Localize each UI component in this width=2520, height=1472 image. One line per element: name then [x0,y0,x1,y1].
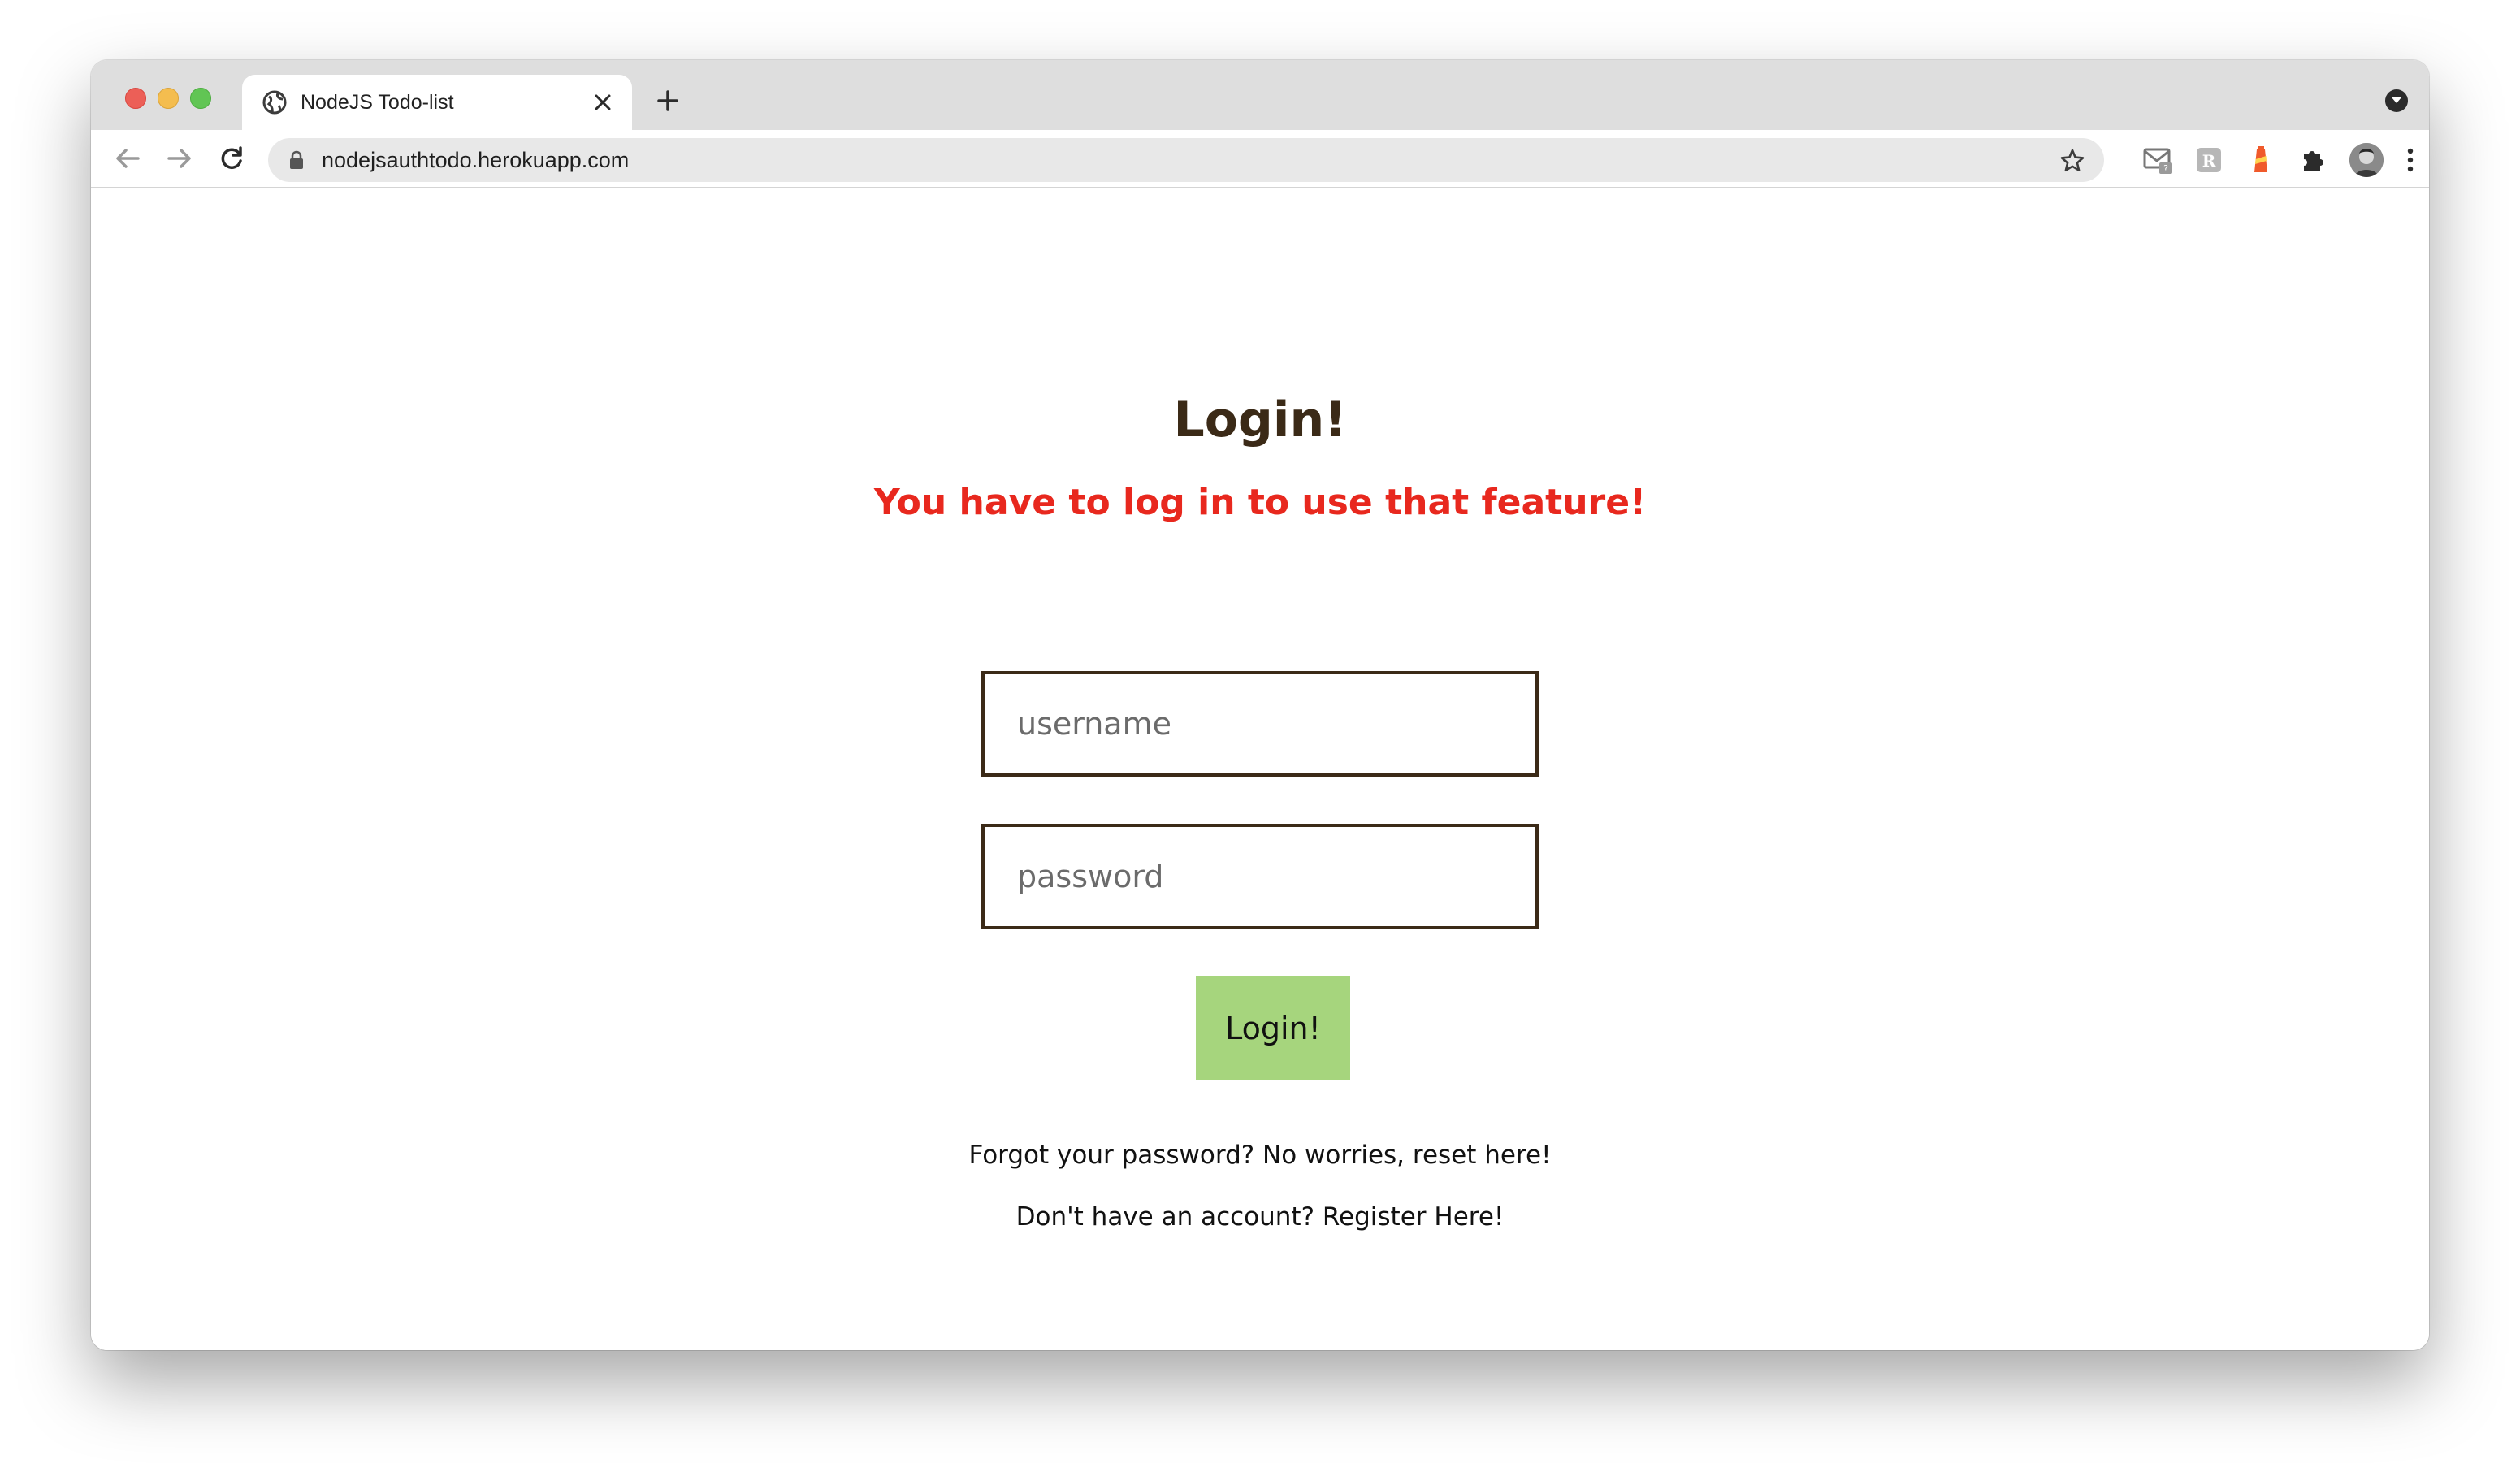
avatar[interactable] [2349,143,2384,177]
star-icon[interactable] [2059,147,2086,175]
reload-icon[interactable] [214,141,249,175]
username-input[interactable] [981,671,1539,777]
register-link[interactable]: Don't have an account? Register Here! [91,1201,2429,1233]
tab-strip: NodeJS Todo-list [91,60,2429,130]
arrow-left-icon[interactable] [110,141,145,175]
password-input[interactable] [981,824,1539,929]
login-button[interactable]: Login! [1196,976,1350,1080]
r-extension-icon[interactable]: R [2193,145,2224,175]
tab-search-button[interactable] [2385,89,2408,112]
lock-icon[interactable] [289,150,304,170]
tab-title: NodeJS Todo-list [301,91,454,114]
gmail-checker-icon[interactable]: ? [2143,145,2174,175]
puzzle-icon[interactable] [2297,145,2328,175]
plus-icon[interactable] [652,84,684,117]
forgot-password-link[interactable]: Forgot your password? No worries, reset … [91,1139,2429,1171]
globe-icon [262,89,288,115]
browser-toolbar: nodejsauthtodo.herokuapp.com ? R [91,130,2429,188]
arrow-right-icon[interactable] [162,141,197,175]
url-text: nodejsauthtodo.herokuapp.com [322,148,630,172]
svg-text:R: R [2202,151,2216,171]
minimize-window-button[interactable] [158,88,179,109]
address-bar[interactable]: nodejsauthtodo.herokuapp.com [268,138,2104,182]
svg-text:?: ? [2163,163,2168,174]
close-icon[interactable] [588,88,617,117]
maximize-window-button[interactable] [190,88,211,109]
browser-tab[interactable]: NodeJS Todo-list [242,75,632,130]
browser-window: NodeJS Todo-list nodejsauthtodo.herokuap… [91,60,2429,1350]
kebab-menu-icon[interactable] [2395,145,2426,175]
lighthouse-icon[interactable] [2245,145,2276,175]
error-message: You have to log in to use that feature! [873,482,1647,523]
page-content: Login! You have to log in to use that fe… [91,188,2429,1350]
close-window-button[interactable] [125,88,146,109]
page-title: Login! [1173,392,1347,448]
